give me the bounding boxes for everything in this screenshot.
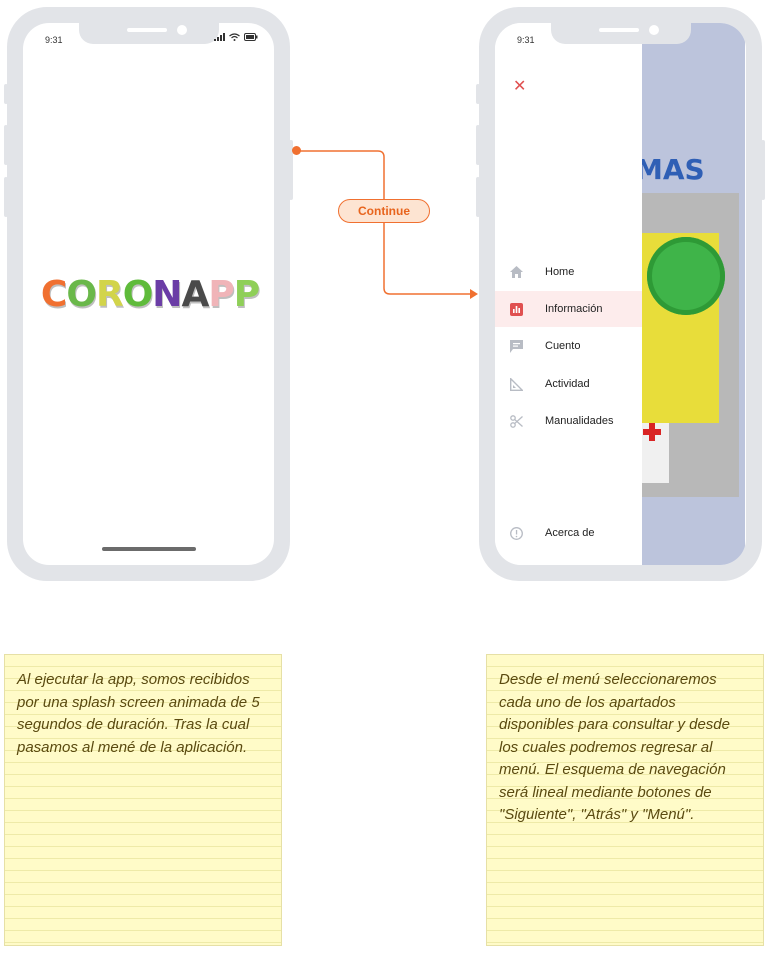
flow-start-dot [292, 146, 301, 155]
arrow-head-icon [470, 289, 478, 299]
continue-button[interactable]: Continue [338, 199, 430, 223]
note-menu: Desde el menú seleccionaremos cada uno d… [486, 654, 764, 946]
note-splash: Al ejecutar la app, somos recibidos por … [4, 654, 282, 946]
